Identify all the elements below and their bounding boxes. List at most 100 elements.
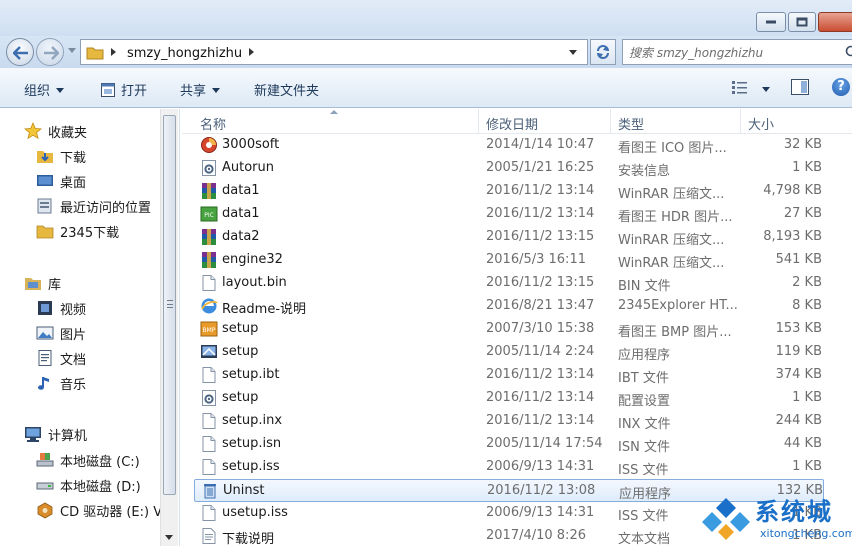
file-rows: 3000soft 2014/1/14 10:47 看图王 ICO 图片... 32 K… (182, 134, 852, 546)
command-bar: 组织 打开 共享 新建文件夹 ? (0, 68, 852, 108)
nav-videos-label: 视频 (60, 303, 87, 318)
file-name: setup.ibt (222, 367, 280, 382)
table-row[interactable]: engine32 2016/5/3 16:11 WinRAR 压缩文... 541 K… (182, 249, 852, 272)
refresh-button[interactable] (590, 39, 616, 65)
forward-arrow-icon (44, 46, 59, 60)
table-row[interactable]: data1 2016/11/2 13:14 WinRAR 压缩文... 4,798 K… (182, 180, 852, 203)
share-label: 共享 (180, 84, 207, 99)
file-name: data2 (222, 229, 260, 244)
title-bar (0, 0, 852, 36)
address-row: smzy_hongzhizhu (0, 36, 852, 68)
blank-file-icon (202, 459, 216, 475)
breadcrumb-current-folder[interactable]: smzy_hongzhizhu (127, 46, 242, 61)
open-label: 打开 (121, 84, 148, 99)
table-row[interactable]: setup.inx 2016/11/2 13:14 INX 文件 244 KB (182, 410, 852, 433)
file-size: 27 KB (783, 206, 822, 221)
organize-menu-button[interactable]: 组织 (24, 80, 65, 99)
file-type: IBT 文件 (618, 371, 669, 386)
file-name: setup.inx (222, 413, 283, 428)
recent-pages-dropdown[interactable] (68, 48, 76, 53)
table-row[interactable]: setup.ibt 2016/11/2 13:14 IBT 文件 374 KB (182, 364, 852, 387)
search-box[interactable] (622, 39, 852, 65)
music-note-icon (38, 377, 49, 390)
nav-drive-d-label: 本地磁盘 (D:) (60, 480, 141, 495)
table-row[interactable]: layout.bin 2016/11/2 13:15 BIN 文件 2 KB (182, 272, 852, 295)
view-dropdown-chevron-icon[interactable] (762, 87, 770, 92)
setup-exe-icon (201, 345, 217, 358)
file-type: WinRAR 压缩文... (618, 233, 725, 248)
open-button[interactable]: 打开 (100, 80, 147, 99)
table-row[interactable]: Autorun 2005/1/21 16:25 安装信息 1 KB (182, 157, 852, 180)
table-row[interactable]: setup 2005/11/14 2:24 应用程序 119 KB (182, 341, 852, 364)
breadcrumb-chevron-icon[interactable] (249, 48, 254, 56)
file-type: INX 文件 (618, 417, 671, 432)
close-button[interactable] (818, 12, 852, 32)
nav-documents-label: 文档 (60, 353, 87, 368)
new-folder-label: 新建文件夹 (254, 84, 320, 99)
navigation-scrollbar[interactable] (160, 109, 178, 546)
file-size: 2 KB (792, 275, 822, 290)
blank-file-icon (202, 275, 216, 291)
column-header-size[interactable]: 大小 (748, 114, 774, 133)
table-row[interactable]: Readme-说明 2016/8/21 13:47 2345Explorer HT.… (182, 295, 852, 318)
settings-file-icon (202, 390, 216, 406)
winrar-icon (202, 252, 216, 268)
column-divider[interactable] (610, 109, 611, 133)
forward-button[interactable] (36, 38, 64, 66)
column-header-modified[interactable]: 修改日期 (486, 114, 538, 133)
scroll-down-arrow-icon[interactable] (165, 535, 173, 540)
file-name: setup (222, 390, 259, 405)
browser-html-icon (201, 298, 218, 314)
column-header-type[interactable]: 类型 (618, 114, 644, 133)
library-icon (25, 278, 41, 290)
preview-pane-icon[interactable] (790, 78, 810, 96)
blank-file-icon (202, 505, 216, 521)
nav-recent-label: 最近访问的位置 (60, 201, 152, 216)
video-icon (38, 301, 52, 315)
file-type: 看图王 ICO 图片... (618, 141, 727, 156)
svg-text:BMP: BMP (203, 327, 216, 334)
file-date-modified: 2016/11/2 13:15 (486, 275, 595, 290)
pictures-icon (36, 326, 54, 340)
share-menu-button[interactable]: 共享 (180, 80, 221, 99)
file-size: 244 KB (775, 413, 822, 428)
ico-image-icon (201, 137, 217, 153)
minimize-icon (766, 20, 776, 24)
scrollbar-thumb[interactable] (163, 115, 176, 495)
table-row[interactable]: BMP setup 2007/3/10 15:38 看图王 BMP 图片... 153 … (182, 318, 852, 341)
new-folder-button[interactable]: 新建文件夹 (254, 80, 319, 99)
view-options-icon[interactable] (730, 79, 750, 95)
file-date-modified: 2005/11/14 17:54 (486, 436, 603, 451)
bmp-image-icon: BMP (200, 321, 218, 337)
help-button[interactable]: ? (832, 78, 850, 96)
file-type: ISS 文件 (618, 509, 669, 524)
nav-music-label: 音乐 (60, 378, 87, 393)
table-row[interactable]: PIC data1 2016/11/2 13:14 看图王 HDR 图片... 27 K… (182, 203, 852, 226)
address-history-dropdown[interactable] (569, 50, 577, 55)
search-icon[interactable] (845, 45, 852, 61)
address-bar[interactable]: smzy_hongzhizhu (80, 39, 588, 65)
breadcrumb-chevron-icon[interactable] (111, 48, 116, 56)
watermark: 系统城 xitongcheng.com (700, 492, 852, 546)
file-type: 安装信息 (618, 164, 671, 179)
minimize-button[interactable] (756, 12, 786, 32)
column-divider[interactable] (478, 109, 479, 133)
file-type: ISN 文件 (618, 440, 670, 455)
file-type: 配置设置 (618, 394, 671, 409)
sort-ascending-icon (330, 110, 338, 114)
search-input[interactable] (629, 44, 829, 61)
file-size: 1 KB (792, 160, 822, 175)
column-header-name[interactable]: 名称 (200, 114, 226, 133)
maximize-button[interactable] (788, 12, 816, 32)
table-row[interactable]: 3000soft 2014/1/14 10:47 看图王 ICO 图片... 32 K… (182, 134, 852, 157)
table-row[interactable]: setup.iss 2006/9/13 14:31 ISS 文件 1 KB (182, 456, 852, 479)
table-row[interactable]: setup.isn 2005/11/14 17:54 ISN 文件 44 KB (182, 433, 852, 456)
file-size: 374 KB (775, 367, 822, 382)
back-button[interactable] (6, 38, 34, 66)
nav-drive-c-label: 本地磁盘 (C:) (60, 455, 140, 470)
table-row[interactable]: data2 2016/11/2 13:15 WinRAR 压缩文... 8,193 K… (182, 226, 852, 249)
table-row[interactable]: setup 2016/11/2 13:14 配置设置 1 KB (182, 387, 852, 410)
nav-desktop-label: 桌面 (60, 176, 87, 191)
documents-icon (38, 350, 52, 366)
column-divider[interactable] (740, 109, 741, 133)
